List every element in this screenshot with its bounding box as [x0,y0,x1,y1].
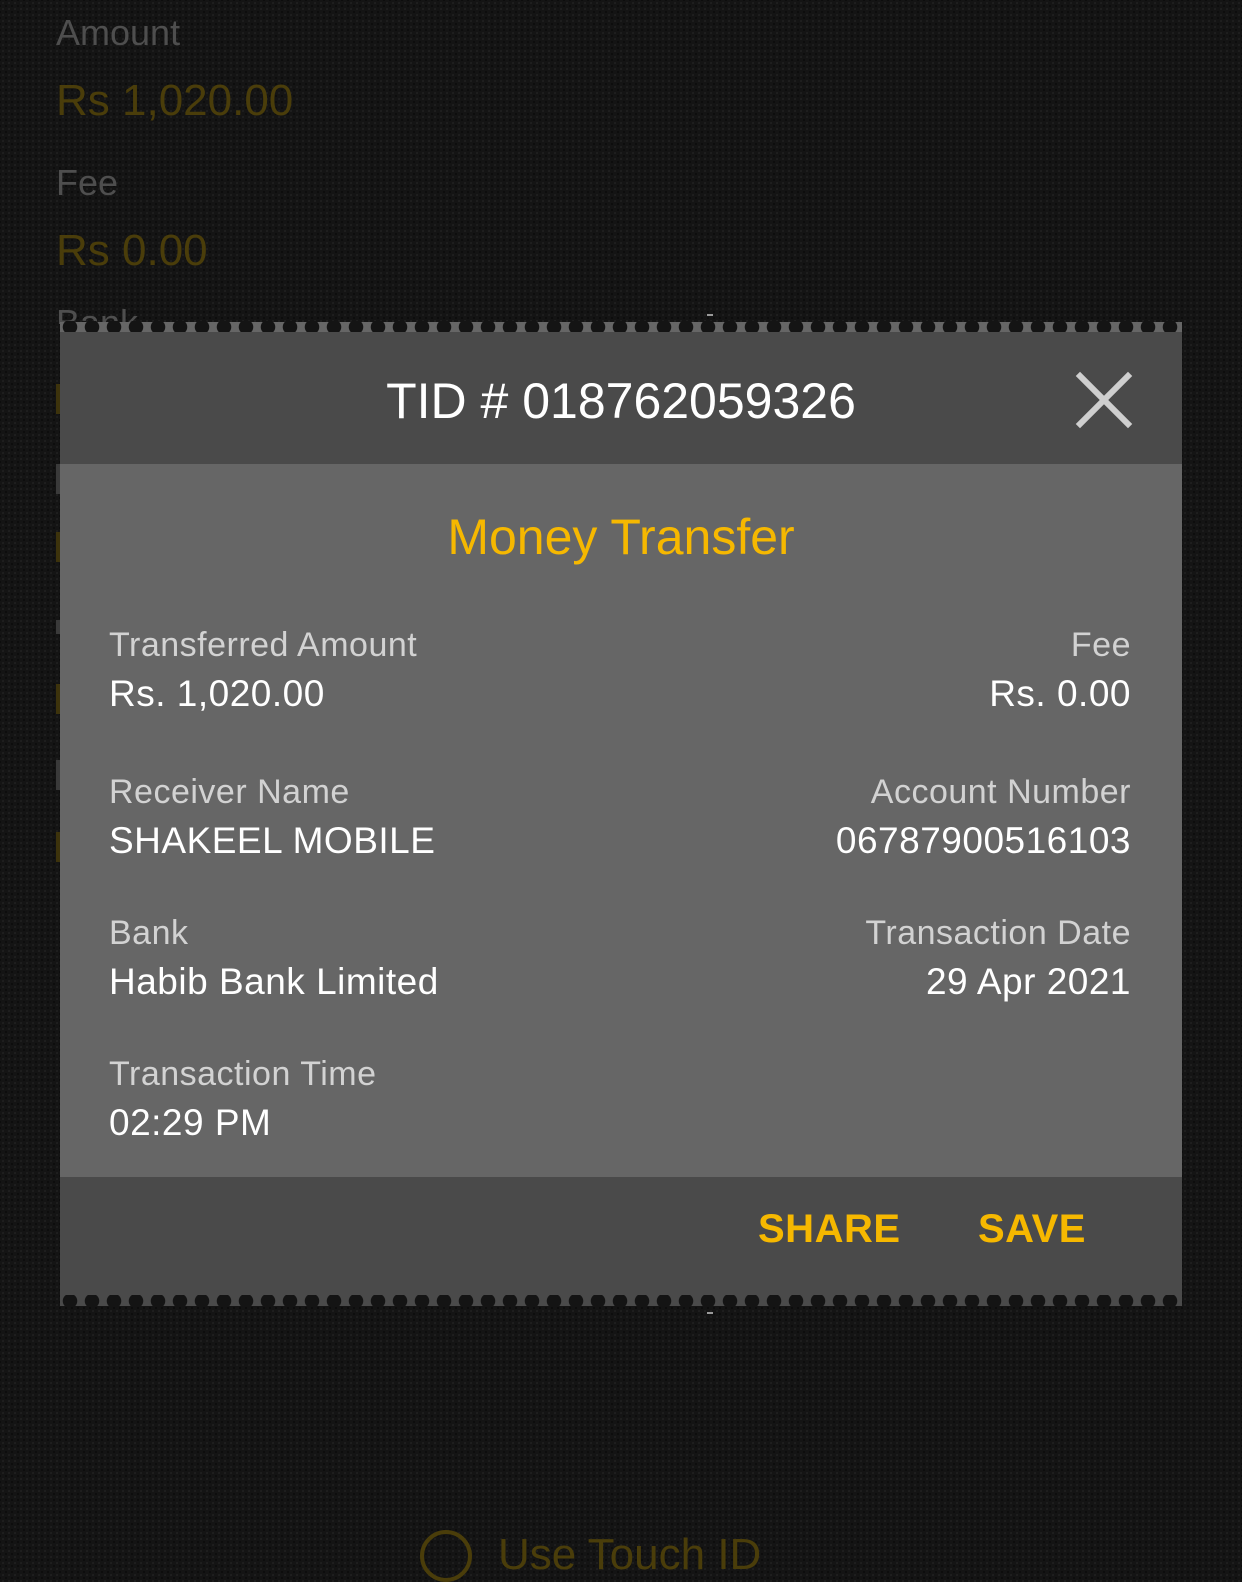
transaction-date-label: Transaction Date [865,914,1131,952]
perforated-edge-bottom [60,1295,1182,1307]
save-button[interactable]: SAVE [978,1207,1086,1252]
transferred-amount-value: Rs. 1,020.00 [109,673,325,714]
touch-id-label: Use Touch ID [498,1530,762,1579]
receiver-name-label: Receiver Name [109,773,350,811]
transferred-amount-label: Transferred Amount [109,626,418,664]
share-button[interactable]: SHARE [758,1207,901,1252]
transaction-receipt-dialog: TID # 018762059326 Money Transfer Transf… [60,314,1182,1314]
receiver-name-value: SHAKEEL MOBILE [109,820,436,861]
receipt-footer: SHARE SAVE [60,1177,1182,1306]
account-number-value: 06787900516103 [835,820,1131,861]
fee-label: Fee [1070,626,1131,664]
account-number-label: Account Number [870,773,1131,811]
bank-value: Habib Bank Limited [109,961,439,1002]
close-icon [1075,371,1133,429]
bank-label: Bank [109,914,189,952]
transaction-time-label: Transaction Time [109,1055,377,1093]
bg-amount-value: Rs 1,020.00 [56,76,294,125]
transaction-date-value: 29 Apr 2021 [925,961,1131,1002]
transaction-id: TID # 018762059326 [386,373,856,429]
bg-fee-label: Fee [56,162,119,203]
edge-tick [707,1312,713,1314]
receipt-header: TID # 018762059326 [60,332,1182,464]
bg-fee-value: Rs 0.00 [56,226,208,275]
fee-value: Rs. 0.00 [989,673,1131,714]
fingerprint-icon [420,1530,472,1582]
receipt-title: Money Transfer [447,509,795,565]
edge-tick [707,314,713,316]
touch-id-button[interactable]: Use Touch ID [420,1530,761,1582]
close-button[interactable] [1072,368,1136,432]
transaction-time-value: 02:29 PM [109,1102,272,1143]
bg-amount-label: Amount [56,12,181,53]
